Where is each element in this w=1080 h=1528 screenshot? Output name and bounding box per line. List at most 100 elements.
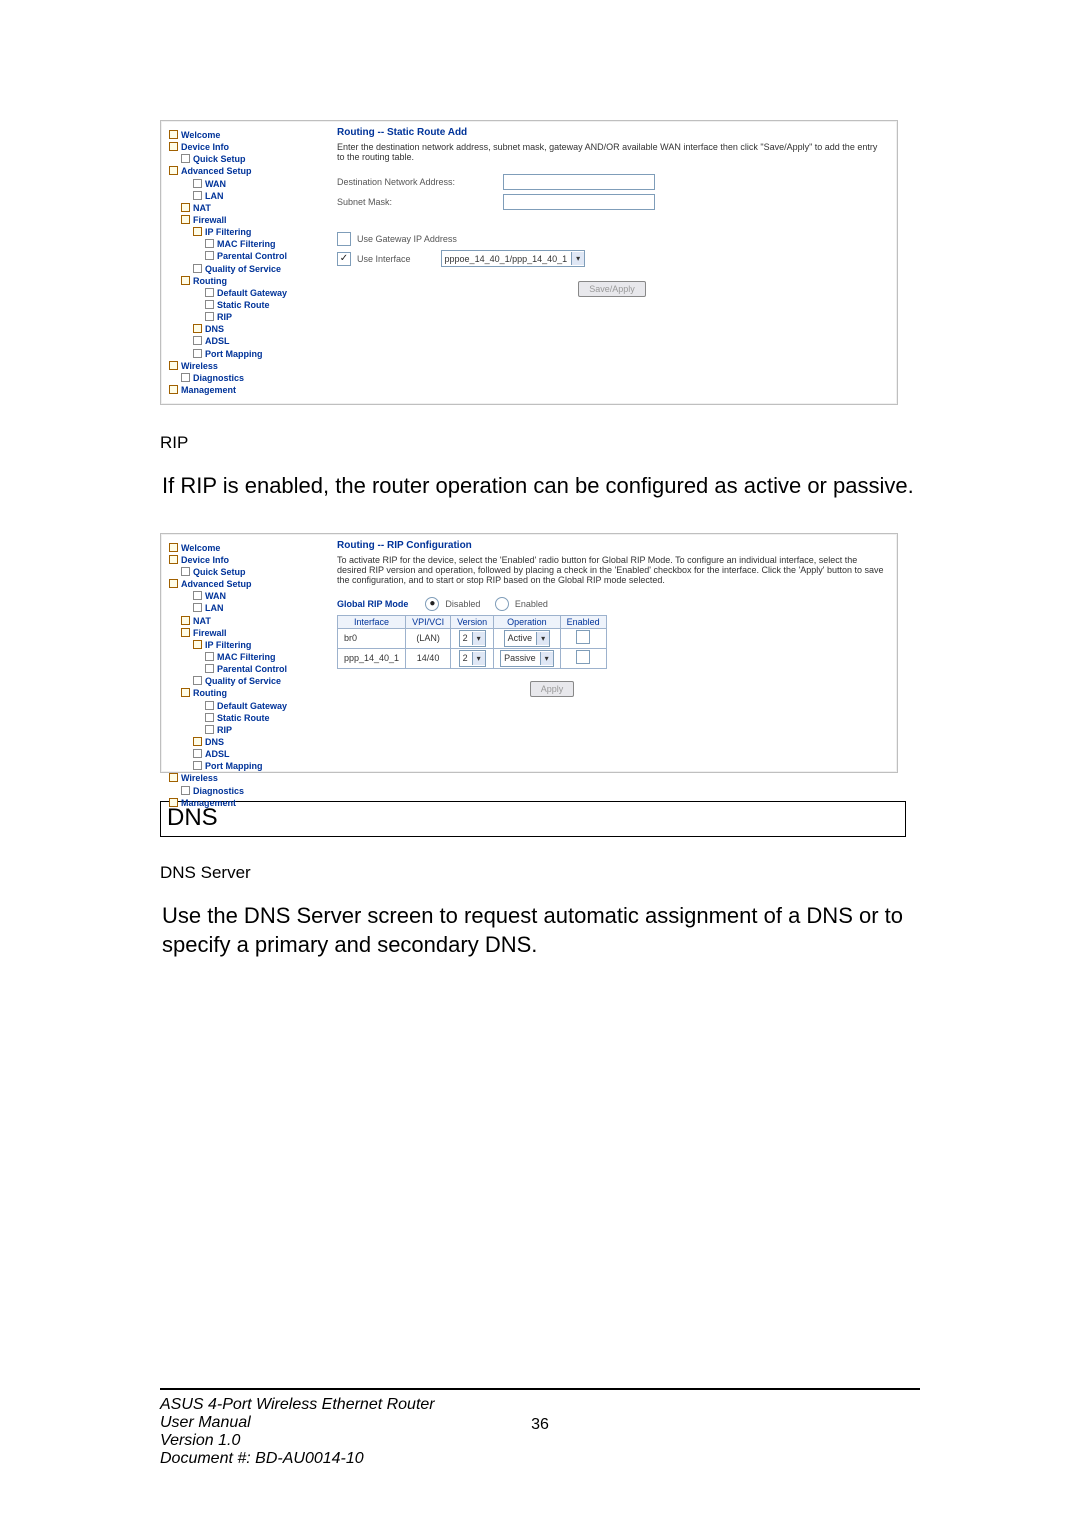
cell-vc: (LAN)	[406, 628, 451, 648]
input-destination[interactable]	[503, 174, 655, 190]
tree-routing[interactable]: Routing	[193, 276, 227, 286]
tree-dns[interactable]: DNS	[205, 324, 224, 334]
panel-title: Routing -- RIP Configuration	[337, 540, 887, 551]
tree-rip[interactable]: RIP	[217, 725, 232, 735]
select-operation-row2[interactable]: Passive ▾	[500, 650, 554, 667]
checkbox-use-gateway[interactable]	[337, 232, 351, 246]
input-subnet-mask[interactable]	[503, 194, 655, 210]
heading-dns-server: DNS Server	[160, 863, 920, 883]
chevron-down-icon: ▾	[472, 632, 485, 645]
tree-quick-setup[interactable]: Quick Setup	[193, 567, 246, 577]
footer-line3: Version 1.0	[160, 1432, 920, 1450]
tree-diagnostics[interactable]: Diagnostics	[193, 786, 244, 796]
tree-welcome[interactable]: Welcome	[181, 543, 220, 553]
tree-quick-setup[interactable]: Quick Setup	[193, 154, 246, 164]
tree-nat[interactable]: NAT	[193, 616, 211, 626]
tree-firewall[interactable]: Firewall	[193, 628, 227, 638]
tree-firewall[interactable]: Firewall	[193, 215, 227, 225]
select-operation-value: Active	[508, 633, 533, 643]
screenshot-rip-config: Welcome Device Info Quick Setup Advanced…	[160, 533, 898, 773]
panel-desc: To activate RIP for the device, select t…	[337, 555, 887, 585]
select-version-row1[interactable]: 2 ▾	[459, 630, 486, 647]
th-version: Version	[451, 615, 494, 628]
tree-qos[interactable]: Quality of Service	[205, 676, 281, 686]
tree-management[interactable]: Management	[181, 798, 236, 808]
select-interface[interactable]: pppoe_14_40_1/ppp_14_40_1 ▾	[441, 250, 586, 267]
tree-port-mapping[interactable]: Port Mapping	[205, 761, 263, 771]
tree-wan[interactable]: WAN	[205, 179, 226, 189]
tree-wan[interactable]: WAN	[205, 591, 226, 601]
label-use-interface: Use Interface	[357, 254, 411, 264]
panel-title: Routing -- Static Route Add	[337, 127, 887, 138]
tree-mac-filtering[interactable]: MAC Filtering	[217, 239, 276, 249]
th-enabled: Enabled	[560, 615, 606, 628]
chevron-down-icon: ▾	[536, 632, 549, 645]
page-number: 36	[531, 1416, 549, 1434]
tree-diagnostics[interactable]: Diagnostics	[193, 373, 244, 383]
th-operation: Operation	[494, 615, 561, 628]
tree-adsl[interactable]: ADSL	[205, 336, 230, 346]
label-global-rip: Global RIP Mode	[337, 599, 408, 609]
tree-static-route[interactable]: Static Route	[217, 713, 270, 723]
screenshot-static-route: Welcome Device Info Quick Setup Advanced…	[160, 120, 898, 405]
select-version-value: 2	[463, 653, 468, 663]
radio-rip-disabled[interactable]: ●	[425, 597, 439, 611]
checkbox-enabled-row1[interactable]	[576, 630, 590, 644]
th-interface: Interface	[338, 615, 406, 628]
footer-line1: ASUS 4-Port Wireless Ethernet Router	[160, 1396, 920, 1414]
tree-nat[interactable]: NAT	[193, 203, 211, 213]
tree-advanced-setup[interactable]: Advanced Setup	[181, 579, 252, 589]
nav-tree: Welcome Device Info Quick Setup Advanced…	[161, 121, 325, 404]
checkbox-enabled-row2[interactable]	[576, 650, 590, 664]
checkbox-use-interface[interactable]: ✓	[337, 252, 351, 266]
tree-device-info[interactable]: Device Info	[181, 142, 229, 152]
tree-ip-filtering[interactable]: IP Filtering	[205, 640, 251, 650]
save-apply-button[interactable]: Save/Apply	[578, 281, 646, 297]
select-version-row2[interactable]: 2 ▾	[459, 650, 486, 667]
tree-advanced-setup[interactable]: Advanced Setup	[181, 166, 252, 176]
cell-if: ppp_14_40_1	[338, 648, 406, 668]
label-destination: Destination Network Address:	[337, 177, 497, 187]
tree-wireless[interactable]: Wireless	[181, 773, 218, 783]
tree-dns[interactable]: DNS	[205, 737, 224, 747]
tree-default-gateway[interactable]: Default Gateway	[217, 288, 287, 298]
cell-if: br0	[338, 628, 406, 648]
th-vpivci: VPI/VCI	[406, 615, 451, 628]
chevron-down-icon: ▾	[472, 652, 485, 665]
label-rip-enabled: Enabled	[515, 599, 548, 609]
rip-table: Interface VPI/VCI Version Operation Enab…	[337, 615, 607, 669]
paragraph-dns: Use the DNS Server screen to request aut…	[162, 901, 918, 960]
tree-rip[interactable]: RIP	[217, 312, 232, 322]
select-version-value: 2	[463, 633, 468, 643]
cell-vc: 14/40	[406, 648, 451, 668]
tree-adsl[interactable]: ADSL	[205, 749, 230, 759]
chevron-down-icon: ▾	[571, 252, 584, 265]
heading-rip: RIP	[160, 433, 920, 453]
panel-rip-config: Routing -- RIP Configuration To activate…	[325, 534, 897, 772]
label-use-gateway: Use Gateway IP Address	[357, 234, 457, 244]
table-row: br0 (LAN) 2 ▾ Active ▾	[338, 628, 607, 648]
tree-mac-filtering[interactable]: MAC Filtering	[217, 652, 276, 662]
tree-device-info[interactable]: Device Info	[181, 555, 229, 565]
document-page: Welcome Device Info Quick Setup Advanced…	[0, 0, 1080, 1528]
tree-qos[interactable]: Quality of Service	[205, 264, 281, 274]
apply-button[interactable]: Apply	[530, 681, 575, 697]
label-rip-disabled: Disabled	[445, 599, 480, 609]
nav-tree-2: Welcome Device Info Quick Setup Advanced…	[161, 534, 325, 772]
radio-rip-enabled[interactable]	[495, 597, 509, 611]
tree-default-gateway[interactable]: Default Gateway	[217, 701, 287, 711]
table-row: ppp_14_40_1 14/40 2 ▾ Passive ▾	[338, 648, 607, 668]
tree-static-route[interactable]: Static Route	[217, 300, 270, 310]
tree-port-mapping[interactable]: Port Mapping	[205, 349, 263, 359]
tree-parental-control[interactable]: Parental Control	[217, 251, 287, 261]
tree-wireless[interactable]: Wireless	[181, 361, 218, 371]
select-operation-row1[interactable]: Active ▾	[504, 630, 551, 647]
tree-parental-control[interactable]: Parental Control	[217, 664, 287, 674]
tree-lan[interactable]: LAN	[205, 603, 224, 613]
tree-welcome[interactable]: Welcome	[181, 130, 220, 140]
tree-ip-filtering[interactable]: IP Filtering	[205, 227, 251, 237]
tree-routing[interactable]: Routing	[193, 688, 227, 698]
tree-lan[interactable]: LAN	[205, 191, 224, 201]
label-subnet-mask: Subnet Mask:	[337, 197, 497, 207]
tree-management[interactable]: Management	[181, 385, 236, 395]
